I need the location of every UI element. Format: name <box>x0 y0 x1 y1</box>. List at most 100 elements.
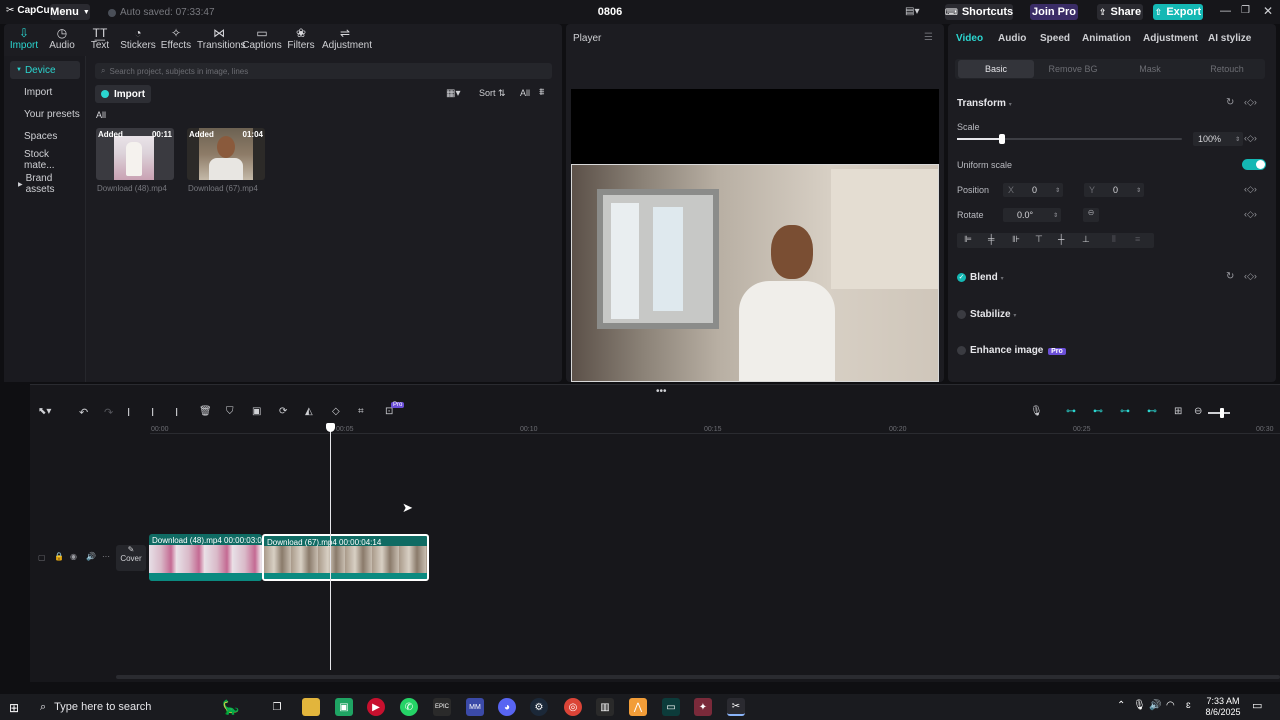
orange-app-icon[interactable]: ⋀ <box>629 698 647 716</box>
clock[interactable]: 7:33 AM 8/6/2025 <box>1200 696 1246 718</box>
chrome-icon[interactable]: ◎ <box>564 698 582 716</box>
rotate-icon[interactable]: ◇ <box>332 406 340 417</box>
epic-games-icon[interactable]: EPIC <box>433 698 451 716</box>
align-top-icon[interactable]: ⊤ <box>1035 234 1043 245</box>
player-menu-icon[interactable]: ☰ <box>924 32 933 43</box>
terminal-icon[interactable]: ▭ <box>662 698 680 716</box>
blend-checkbox[interactable]: ✓ <box>957 273 966 282</box>
media-player-icon[interactable]: ▶ <box>367 698 385 716</box>
filter-icon[interactable]: ⩩ <box>539 87 544 98</box>
timeline-clip-selected[interactable]: Download (67).mp4 00:00:04:14 <box>262 534 429 581</box>
stabilize-checkbox[interactable] <box>957 310 966 319</box>
all-filter-button[interactable]: All <box>520 88 530 98</box>
windows-start-icon[interactable]: ⊞ <box>9 701 19 715</box>
join-pro-button[interactable]: Join Pro <box>1030 4 1078 20</box>
scale-slider-track[interactable] <box>957 134 1182 144</box>
share-button[interactable]: ⇪ Share <box>1097 4 1143 20</box>
lock-icon[interactable]: 🔒 <box>54 552 64 561</box>
preview-axis-icon[interactable]: ⊷ <box>1147 406 1157 417</box>
wifi-tray-icon[interactable]: ◠ <box>1166 700 1175 711</box>
tab-ai-stylize[interactable]: AI stylize <box>1208 33 1251 44</box>
uniform-scale-toggle[interactable] <box>1242 159 1266 170</box>
zoom-slider[interactable] <box>1208 408 1230 418</box>
language-tray-icon[interactable]: ɛ <box>1186 700 1191 711</box>
select-tool-icon[interactable]: ⬉▾ <box>38 406 51 417</box>
reset-icon[interactable]: ↻ <box>1226 271 1234 282</box>
redo-icon[interactable]: ↷ <box>104 406 113 419</box>
toolbar-captions[interactable]: ▭ Captions <box>240 26 284 51</box>
toolbar-transitions[interactable]: ⋈ Transitions <box>197 26 246 51</box>
timeline-clip[interactable]: Download (48).mp4 00:00:03:08 <box>149 534 262 581</box>
maximize-icon[interactable]: ❐ <box>1241 5 1250 16</box>
tab-audio[interactable]: Audio <box>998 33 1026 44</box>
taskbar-search[interactable]: ⌕ Type here to search <box>32 695 228 719</box>
subtab-mask[interactable]: Mask <box>1112 60 1188 78</box>
undo-icon[interactable]: ↶ <box>79 406 88 419</box>
mm-app-icon[interactable]: MM <box>466 698 484 716</box>
position-x-field[interactable]: X 0 ⇕ <box>1003 183 1063 197</box>
menu-button[interactable]: Menu ▼ <box>50 4 90 20</box>
keyframe-icon[interactable]: ‹◇› <box>1244 133 1257 144</box>
reverse-icon[interactable]: ⟳ <box>279 406 287 417</box>
minimize-icon[interactable]: — <box>1220 5 1231 17</box>
app-green-icon[interactable]: ▣ <box>335 698 353 716</box>
steam-icon[interactable]: ⚙ <box>530 698 548 716</box>
layout-icon[interactable]: ▤▾ <box>905 6 925 18</box>
sidebar-item-device[interactable]: ▼ Device <box>10 61 80 79</box>
search-input[interactable]: ⌕ Search project, subjects in image, lin… <box>95 63 552 79</box>
align-middle-icon[interactable]: ┼ <box>1058 234 1064 244</box>
clapper-app-icon[interactable]: ▥ <box>596 698 614 716</box>
export-button[interactable]: ⇧ Export <box>1153 4 1203 20</box>
toolbar-effects[interactable]: ✧ Effects <box>154 26 198 51</box>
import-button[interactable]: Import <box>95 85 151 103</box>
media-clip[interactable]: Added 01:04 <box>187 128 265 180</box>
freeze-icon[interactable]: ▣ <box>252 406 261 417</box>
close-icon[interactable]: ✕ <box>1263 4 1273 18</box>
tab-video[interactable]: Video <box>956 33 983 44</box>
magnet-icon[interactable]: ⊷ <box>1093 406 1103 417</box>
align-center-icon[interactable]: ╪ <box>988 234 994 244</box>
marker-icon[interactable]: ⛉ <box>226 406 234 417</box>
whatsapp-icon[interactable]: ✆ <box>400 698 418 716</box>
track-checkbox-icon[interactable]: ▢ <box>38 553 46 562</box>
mirror-icon[interactable]: ◭ <box>305 406 313 417</box>
split-right-icon[interactable]: Ⅰ <box>175 406 178 419</box>
sidebar-item-stock[interactable]: Stock mate... <box>10 149 80 171</box>
media-clip[interactable]: Added 00:11 <box>96 128 174 180</box>
tab-speed[interactable]: Speed <box>1040 33 1070 44</box>
zoom-out-icon[interactable]: ⊖ <box>1194 406 1202 417</box>
more-icon[interactable]: ··· <box>102 552 110 561</box>
keyframe-icon[interactable]: ‹◇› <box>1244 209 1257 220</box>
eye-icon[interactable]: ◉ <box>70 552 77 561</box>
playhead-handle[interactable] <box>326 423 335 432</box>
volume-icon[interactable]: 🔊 <box>86 552 96 561</box>
delete-icon[interactable]: 🗑 <box>199 406 212 417</box>
file-explorer-icon[interactable] <box>302 698 320 716</box>
split-left-icon[interactable]: Ⅰ <box>151 406 154 419</box>
position-y-field[interactable]: Y 0 ⇕ <box>1084 183 1144 197</box>
keyframe-icon[interactable]: ‹◇› <box>1244 271 1257 282</box>
scale-value-field[interactable]: 100% ⇕ <box>1193 132 1243 146</box>
subtab-retouch[interactable]: Retouch <box>1189 60 1265 78</box>
tab-animation[interactable]: Animation <box>1082 33 1131 44</box>
tray-chevron-icon[interactable]: ⌃ <box>1117 700 1125 711</box>
align-bottom-icon[interactable]: ⊥ <box>1082 234 1090 245</box>
notification-icon[interactable]: ▭ <box>1252 699 1262 712</box>
toolbar-filters[interactable]: ❀ Filters <box>279 26 323 51</box>
playhead[interactable] <box>330 424 331 670</box>
sort-button[interactable]: Sort ⇅ <box>479 88 506 99</box>
distribute-h-icon[interactable]: ⫴ <box>1112 234 1116 245</box>
align-right-icon[interactable]: ⊪ <box>1012 234 1020 245</box>
sidebar-item-import[interactable]: Import <box>10 83 80 101</box>
sidebar-item-spaces[interactable]: Spaces <box>10 127 80 145</box>
mic-tray-icon[interactable]: 🎙 <box>1133 700 1146 711</box>
timeline-drag-handle-icon[interactable]: ••• <box>656 386 667 397</box>
task-view-icon[interactable]: ❐ <box>268 698 286 716</box>
rotate-dial-icon[interactable]: ⊖ <box>1083 208 1099 222</box>
sidebar-item-brand-assets[interactable]: ▶ Brand assets <box>10 173 80 195</box>
shortcuts-button[interactable]: ⌨ Shortcuts <box>945 4 1013 20</box>
tab-adjustment[interactable]: Adjustment <box>1143 33 1198 44</box>
sidebar-item-presets[interactable]: Your presets <box>10 105 80 123</box>
microphone-icon[interactable]: 🎙 <box>1030 406 1043 417</box>
keyframe-icon[interactable]: ‹◇› <box>1244 184 1257 195</box>
